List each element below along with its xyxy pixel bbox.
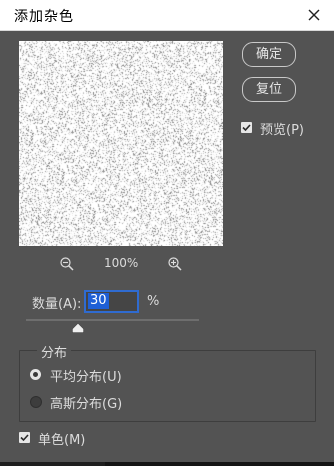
- dialog-title: 添加杂色: [14, 9, 74, 25]
- close-button[interactable]: [302, 3, 326, 27]
- checkmark-icon: [242, 124, 251, 132]
- checkmark-icon: [20, 434, 29, 442]
- background-panel: [105, 462, 334, 466]
- ok-button[interactable]: 确定: [242, 42, 296, 67]
- distribution-title: 分布: [37, 342, 72, 361]
- monochromatic-checkbox[interactable]: [19, 432, 30, 443]
- amount-slider-track[interactable]: [26, 319, 199, 321]
- reset-button[interactable]: 复位: [242, 77, 296, 102]
- radio-uniform[interactable]: [30, 369, 41, 380]
- add-noise-dialog: 添加杂色 100% 确定 复位 预览(P) 数量(A): 30 % 分布 平均分…: [0, 0, 334, 462]
- amount-value: 30: [88, 293, 109, 309]
- close-icon: [308, 9, 320, 21]
- zoom-bar: 100%: [0, 252, 240, 276]
- amount-input[interactable]: 30: [85, 291, 138, 312]
- noise-preview[interactable]: [19, 41, 223, 246]
- zoom-in-icon[interactable]: [168, 257, 182, 271]
- zoom-out-icon[interactable]: [60, 257, 74, 271]
- preview-checkbox[interactable]: [241, 122, 252, 133]
- radio-uniform-label[interactable]: 平均分布(U): [50, 366, 122, 385]
- monochromatic-label: 单色(M): [38, 433, 86, 448]
- zoom-level: 100%: [104, 256, 139, 270]
- amount-slider-thumb[interactable]: [72, 323, 84, 333]
- radio-gaussian-label[interactable]: 高斯分布(G): [50, 393, 122, 412]
- amount-label: 数量(A):: [32, 297, 82, 312]
- title-bar: 添加杂色: [0, 0, 334, 31]
- radio-dot: [33, 372, 38, 377]
- preview-label: 预览(P): [260, 123, 304, 138]
- percent-unit: %: [147, 294, 160, 309]
- background-strip: [0, 462, 334, 466]
- radio-gaussian[interactable]: [30, 396, 42, 408]
